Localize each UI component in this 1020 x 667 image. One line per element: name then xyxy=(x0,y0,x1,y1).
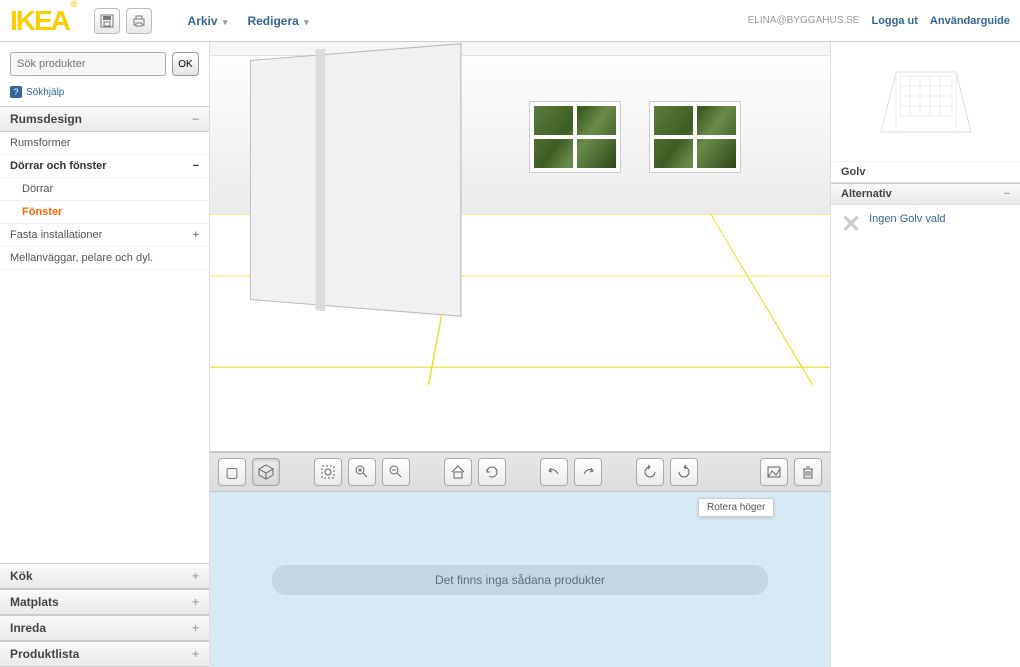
zoom-in-button[interactable] xyxy=(348,458,376,486)
zoom-out-icon xyxy=(388,464,404,480)
header-menus: Arkiv ▾ Redigera ▾ xyxy=(188,14,309,28)
mini-3d-preview[interactable] xyxy=(831,42,1020,162)
floppy-icon xyxy=(100,14,114,28)
map-icon xyxy=(766,464,782,480)
item-mellan[interactable]: Mellanväggar, pelare och dyl. xyxy=(0,247,209,270)
room-thumbnail-icon xyxy=(866,52,986,152)
collapse-icon: − xyxy=(193,160,199,172)
zoom-fit-icon xyxy=(320,464,336,480)
3d-viewport[interactable] xyxy=(210,42,830,452)
no-products-message: Det finns inga sådana produkter xyxy=(272,565,768,595)
no-selection-icon: ✕ xyxy=(841,213,861,237)
collapse-icon: − xyxy=(1004,188,1010,200)
chevron-down-icon: ▾ xyxy=(223,17,228,27)
printer-icon xyxy=(132,14,146,28)
home-view-button[interactable] xyxy=(444,458,472,486)
item-fasta[interactable]: Fasta installationer+ xyxy=(0,224,209,247)
redo-button[interactable] xyxy=(574,458,602,486)
view-3d-button[interactable] xyxy=(252,458,280,486)
search-ok-button[interactable]: OK xyxy=(172,52,199,76)
accordion-produktlista[interactable]: Produktlista+ xyxy=(0,641,209,667)
undo-icon xyxy=(546,464,562,480)
alternatives-header[interactable]: Alternativ− xyxy=(831,183,1020,205)
search-help-label: Sökhjälp xyxy=(26,87,64,98)
search-help-link[interactable]: ? Sökhjälp xyxy=(0,86,209,106)
toolbar-tooltip: Rotera höger xyxy=(698,498,774,517)
expand-icon: + xyxy=(193,229,199,241)
square-icon: ▢ xyxy=(225,464,238,481)
cube-icon xyxy=(258,464,274,480)
floor-section-label: Golv xyxy=(831,162,1020,183)
undo-button[interactable] xyxy=(540,458,568,486)
search-input[interactable] xyxy=(10,52,166,76)
menu-redigera[interactable]: Redigera ▾ xyxy=(247,14,308,28)
rotate-left-button[interactable] xyxy=(636,458,664,486)
header-right: ELINA@BYGGAHUS.SE Logga ut Användarguide xyxy=(748,15,1010,27)
expand-icon: + xyxy=(192,621,199,635)
accordion-rumsdesign[interactable]: Rumsdesign− xyxy=(0,106,209,132)
refresh-icon xyxy=(484,464,500,480)
left-sidebar: OK ? Sökhjälp Rumsdesign− Rumsformer Dör… xyxy=(0,42,210,667)
print-button[interactable] xyxy=(126,8,152,34)
expand-icon: + xyxy=(192,647,199,661)
rotate-right-button[interactable] xyxy=(670,458,698,486)
collapse-icon: − xyxy=(192,112,199,126)
app-header: IKEA® Arkiv ▾ Redigera ▾ ELINA@BYGGAHUS.… xyxy=(0,0,1020,42)
center-area: ▢ xyxy=(210,42,830,667)
accordion-inreda[interactable]: Inreda+ xyxy=(0,615,209,641)
room-window[interactable] xyxy=(530,102,620,172)
save-button[interactable] xyxy=(94,8,120,34)
viewport-toolbar: ▢ xyxy=(210,452,830,492)
chevron-down-icon: ▾ xyxy=(304,17,309,27)
trash-icon xyxy=(800,464,816,480)
room-ceiling xyxy=(210,42,830,56)
rotate-left-icon xyxy=(642,464,658,480)
zoom-in-icon xyxy=(354,464,370,480)
user-guide-link[interactable]: Användarguide xyxy=(930,15,1010,27)
snapshot-button[interactable] xyxy=(760,458,788,486)
home-icon xyxy=(450,464,466,480)
zoom-fit-button[interactable] xyxy=(314,458,342,486)
logout-link[interactable]: Logga ut xyxy=(871,15,917,27)
ikea-logo: IKEA® xyxy=(10,5,74,37)
redo-icon xyxy=(580,464,596,480)
item-dorrar[interactable]: Dörrar xyxy=(0,178,209,201)
item-rumsformer[interactable]: Rumsformer xyxy=(0,132,209,155)
expand-icon: + xyxy=(192,595,199,609)
view-2d-button[interactable]: ▢ xyxy=(218,458,246,486)
accordion-matplats[interactable]: Matplats+ xyxy=(0,589,209,615)
question-icon: ? xyxy=(10,86,22,98)
rotate-right-icon xyxy=(676,464,692,480)
reset-view-button[interactable] xyxy=(478,458,506,486)
no-floor-selected-label: Ingen Golv vald xyxy=(869,213,945,225)
room-window[interactable] xyxy=(650,102,740,172)
expand-icon: + xyxy=(192,569,199,583)
item-dorrar-fonster[interactable]: Dörrar och fönster− xyxy=(0,155,209,178)
room-partition[interactable] xyxy=(250,43,461,317)
product-history-panel: Det finns inga sådana produkter xyxy=(210,492,830,667)
user-email-label: ELINA@BYGGAHUS.SE xyxy=(748,15,860,26)
right-sidebar: Golv Alternativ− ✕ Ingen Golv vald xyxy=(830,42,1020,667)
menu-arkiv[interactable]: Arkiv ▾ xyxy=(188,14,228,28)
zoom-out-button[interactable] xyxy=(382,458,410,486)
accordion-kok[interactable]: Kök+ xyxy=(0,563,209,589)
item-fonster[interactable]: Fönster xyxy=(0,201,209,224)
delete-button[interactable] xyxy=(794,458,822,486)
